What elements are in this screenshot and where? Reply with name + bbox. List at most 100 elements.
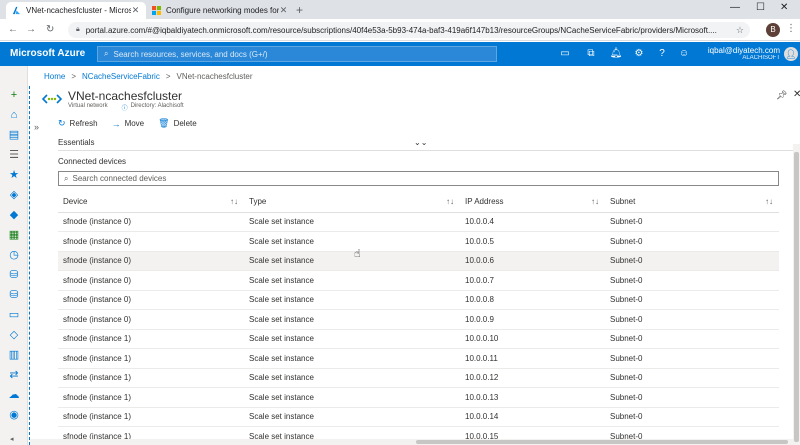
device-cell[interactable]: sfnode (instance 0)	[58, 212, 244, 232]
vertical-scrollbar[interactable]	[793, 144, 800, 445]
pin-icon[interactable]: 📌︎	[776, 90, 787, 101]
all-resources-icon[interactable]: ▦	[7, 228, 21, 242]
create-resource-icon[interactable]: +	[7, 88, 21, 102]
menu-dots-icon[interactable]: ⋮	[786, 23, 796, 34]
account-info[interactable]: iqbal@diyatech.com ALACHISOFT	[705, 46, 780, 61]
app-services-icon[interactable]: ◆	[7, 208, 21, 222]
breadcrumb: Home > NCacheServiceFabric > VNet-ncache…	[44, 72, 253, 81]
profile-avatar[interactable]: B	[766, 23, 780, 37]
directory-filter-icon[interactable]: ⧉	[584, 47, 598, 61]
minimize-icon[interactable]: —	[730, 2, 740, 13]
info-icon: ⓘ	[121, 106, 128, 112]
device-cell[interactable]: sfnode (instance 1)	[58, 368, 244, 388]
chevron-double-down-icon[interactable]: ⌄⌄	[414, 138, 427, 147]
reload-icon[interactable]: ↻	[46, 24, 54, 35]
sort-icon[interactable]: ↑↓	[446, 197, 454, 206]
close-blade-icon[interactable]: ✕	[793, 89, 800, 100]
table-row[interactable]: sfnode (instance 0) Scale set instance 10.…	[58, 309, 779, 330]
horizontal-scrollbar[interactable]	[30, 439, 793, 445]
column-header-type[interactable]: Type ↑↓	[244, 192, 460, 213]
virtual-machines-icon[interactable]: ▭	[7, 308, 21, 322]
cloud-icon[interactable]: ☁	[7, 388, 21, 402]
favorites-star-icon[interactable]: ★	[7, 168, 21, 182]
device-cell[interactable]: sfnode (instance 1)	[58, 329, 244, 349]
browser-tab-active[interactable]: VNet-ncachesfcluster - Microsoft ✕	[6, 2, 146, 19]
azure-search-input[interactable]: ⌕ Search resources, services, and docs (…	[97, 46, 497, 62]
table-row[interactable]: sfnode (instance 0) Scale set instance 10.…	[58, 231, 779, 252]
table-row[interactable]: sfnode (instance 1) Scale set instance 10.…	[58, 368, 779, 388]
rail-collapse-arrow-icon[interactable]: ◂	[10, 435, 14, 443]
device-cell[interactable]: sfnode (instance 0)	[58, 270, 244, 291]
column-header-ip-address[interactable]: IP Address ↑↓	[460, 192, 605, 213]
scroll-thumb[interactable]	[794, 152, 799, 442]
settings-gear-icon[interactable]: ⚙	[632, 47, 646, 61]
table-row[interactable]: sfnode (instance 1) Scale set instance 10.…	[58, 387, 779, 408]
delete-button[interactable]: 🗑︎ Delete	[158, 118, 197, 129]
breadcrumb-home[interactable]: Home	[44, 72, 65, 81]
notifications-icon[interactable]: 🔔︎	[609, 47, 623, 61]
azure-a-icon	[12, 6, 21, 15]
table-row[interactable]: sfnode (instance 0) Scale set instance 10.…	[58, 251, 779, 271]
close-window-icon[interactable]: ✕	[780, 2, 788, 13]
device-cell[interactable]: sfnode (instance 0)	[58, 231, 244, 252]
storage-icon[interactable]: ▥	[7, 348, 21, 362]
forward-icon[interactable]: →	[26, 24, 36, 35]
user-avatar-icon[interactable]: 👤︎	[784, 47, 798, 61]
ip-address-cell: 10.0.0.11	[460, 348, 605, 369]
back-icon[interactable]: ←	[8, 24, 18, 35]
close-tab-icon[interactable]: ✕	[131, 5, 140, 16]
help-icon[interactable]: ?	[655, 47, 669, 61]
device-cell[interactable]: sfnode (instance 0)	[58, 251, 244, 271]
refresh-icon: ↻	[58, 118, 66, 128]
sort-icon[interactable]: ↑↓	[765, 197, 773, 206]
network-icon[interactable]: ⇄	[7, 368, 21, 382]
sort-icon[interactable]: ↑↓	[591, 197, 599, 206]
table-row[interactable]: sfnode (instance 0) Scale set instance 10.…	[58, 270, 779, 291]
device-cell[interactable]: sfnode (instance 0)	[58, 309, 244, 330]
feedback-smiley-icon[interactable]: ☺	[677, 47, 691, 61]
expand-menu-icon[interactable]: »	[34, 122, 39, 132]
ip-address-cell: 10.0.0.6	[460, 251, 605, 271]
load-balancer-icon[interactable]: ◇	[7, 328, 21, 342]
column-header-device[interactable]: Device ↑↓	[58, 192, 244, 213]
essentials-toggle[interactable]: Essentials ⌄⌄	[58, 135, 794, 151]
table-row[interactable]: sfnode (instance 0) Scale set instance 10.…	[58, 290, 779, 310]
sort-icon[interactable]: ↑↓	[230, 197, 238, 206]
browser-tab-inactive[interactable]: Configure networking modes for ✕	[146, 2, 294, 19]
table-row[interactable]: sfnode (instance 1) Scale set instance 10.…	[58, 329, 779, 349]
lock-icon: 🔒︎	[76, 26, 80, 33]
connected-devices-search-input[interactable]: ⌕ Search connected devices	[58, 171, 779, 186]
monitor-icon[interactable]: ◉	[7, 408, 21, 422]
table-row[interactable]: sfnode (instance 0) Scale set instance 10.…	[58, 212, 779, 232]
bookmark-star-icon[interactable]: ☆	[736, 25, 744, 36]
close-tab-icon[interactable]: ✕	[279, 5, 288, 16]
trash-icon: 🗑︎	[158, 118, 170, 128]
tab-title: Configure networking modes for	[166, 6, 279, 15]
device-cell[interactable]: sfnode (instance 1)	[58, 407, 244, 427]
new-tab-button[interactable]: +	[296, 3, 303, 17]
cloud-shell-icon[interactable]: ▭	[558, 47, 572, 61]
sql-database-icon[interactable]: ⛁	[7, 268, 21, 282]
breadcrumb-resource-group[interactable]: NCacheServiceFabric	[82, 72, 160, 81]
address-bar[interactable]: 🔒︎ portal.azure.com/#@iqbaldiyatech.onmi…	[68, 22, 750, 38]
column-label: IP Address	[465, 197, 504, 207]
table-row[interactable]: sfnode (instance 1) Scale set instance 10.…	[58, 407, 779, 427]
scroll-thumb[interactable]	[416, 440, 788, 444]
device-cell[interactable]: sfnode (instance 1)	[58, 387, 244, 408]
home-icon[interactable]: ⌂	[7, 108, 21, 122]
column-header-subnet[interactable]: Subnet ↑↓	[605, 192, 779, 213]
move-button[interactable]: → Move	[112, 118, 145, 129]
azure-brand[interactable]: Microsoft Azure	[10, 48, 85, 59]
refresh-button[interactable]: ↻ Refresh	[58, 118, 98, 129]
device-cell[interactable]: sfnode (instance 0)	[58, 290, 244, 310]
device-cell[interactable]: sfnode (instance 1)	[58, 348, 244, 369]
all-services-icon[interactable]: ☰	[7, 148, 21, 162]
database-icon[interactable]: ⛁	[7, 288, 21, 302]
maximize-icon[interactable]: ☐	[756, 2, 765, 13]
type-cell: Scale set instance	[244, 407, 460, 427]
dashboard-icon[interactable]: ▤	[7, 128, 21, 142]
directory-info: ⓘ Directory: Alachisoft	[122, 103, 184, 112]
resource-groups-icon[interactable]: ◈	[7, 188, 21, 202]
table-row[interactable]: sfnode (instance 1) Scale set instance 10.…	[58, 348, 779, 369]
clock-icon[interactable]: ◷	[7, 248, 21, 262]
